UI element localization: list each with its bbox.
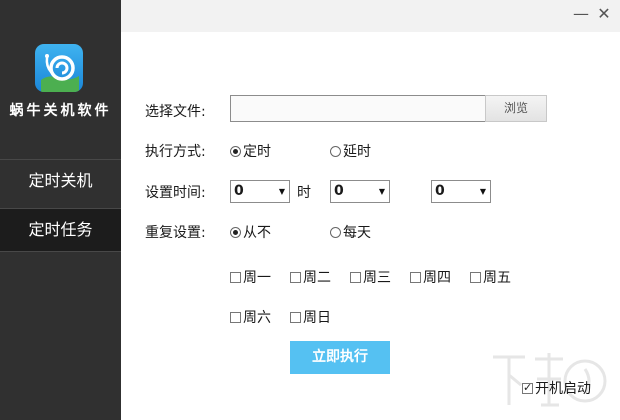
dropdown-arrow-icon: ▼ — [479, 187, 486, 196]
weekday-checkbox-thu[interactable]: 周四 — [410, 267, 451, 287]
repeat-radio-daily[interactable]: 每天 — [330, 222, 371, 242]
checkbox-icon — [350, 271, 361, 283]
checkbox-label: 周三 — [363, 270, 391, 286]
minimize-icon[interactable]: — — [571, 4, 591, 24]
snail-logo-icon — [35, 44, 83, 92]
radio-label: 定时 — [243, 144, 271, 160]
file-label: 选择文件: — [145, 104, 206, 120]
time-label: 设置时间: — [145, 185, 206, 201]
checkbox-label: 周日 — [303, 310, 331, 326]
mode-label: 执行方式: — [145, 144, 206, 160]
radio-label: 从不 — [243, 225, 271, 241]
checkbox-label: 开机启动 — [535, 381, 591, 397]
mode-radio-scheduled[interactable]: 定时 — [230, 141, 271, 161]
checkbox-icon — [290, 311, 301, 323]
radio-unselected-icon — [330, 145, 341, 157]
radio-selected-icon — [230, 145, 241, 157]
app-name: 蜗牛关机软件 — [9, 103, 112, 119]
dropdown-arrow-icon: ▼ — [278, 187, 285, 196]
checkbox-label: 周六 — [243, 310, 271, 326]
radio-selected-icon — [230, 226, 241, 238]
checkbox-icon — [470, 271, 481, 283]
weekday-checkbox-sun[interactable]: 周日 — [290, 307, 331, 327]
weekday-checkbox-fri[interactable]: 周五 — [470, 267, 511, 287]
dropdown-arrow-icon: ▼ — [378, 187, 385, 196]
minute-value: 0 — [334, 183, 344, 199]
autostart-checkbox[interactable]: 开机启动 — [522, 378, 591, 398]
hour-value: 0 — [234, 183, 244, 199]
weekday-checkbox-sat[interactable]: 周六 — [230, 307, 271, 327]
sidebar: 蜗牛关机软件 定时关机 定时任务 — [0, 0, 121, 420]
close-icon[interactable]: ✕ — [594, 4, 614, 24]
sidebar-item-timed-shutdown[interactable]: 定时关机 — [0, 160, 121, 202]
nav-divider — [0, 251, 121, 252]
browse-button[interactable]: 浏览 — [485, 95, 547, 122]
checkbox-icon — [230, 271, 241, 283]
radio-label: 延时 — [343, 144, 371, 160]
repeat-radio-never[interactable]: 从不 — [230, 222, 271, 242]
checkbox-checked-icon — [522, 381, 533, 394]
title-bar — [121, 0, 620, 32]
file-path-input[interactable] — [230, 95, 486, 122]
mode-radio-delay[interactable]: 延时 — [330, 141, 371, 161]
second-value: 0 — [435, 183, 445, 199]
run-now-button[interactable]: 立即执行 — [290, 341, 390, 374]
second-select[interactable]: 0 ▼ — [431, 180, 491, 203]
weekday-checkbox-mon[interactable]: 周一 — [230, 267, 271, 287]
checkbox-icon — [290, 271, 301, 283]
checkbox-label: 周五 — [483, 270, 511, 286]
repeat-label: 重复设置: — [145, 225, 206, 241]
weekday-checkbox-wed[interactable]: 周三 — [350, 267, 391, 287]
checkbox-label: 周四 — [423, 270, 451, 286]
checkbox-icon — [230, 311, 241, 323]
minute-select[interactable]: 0 ▼ — [330, 180, 390, 203]
radio-unselected-icon — [330, 226, 341, 238]
checkbox-icon — [410, 271, 421, 283]
checkbox-label: 周一 — [243, 270, 271, 286]
checkbox-label: 周二 — [303, 270, 331, 286]
weekday-checkbox-tue[interactable]: 周二 — [290, 267, 331, 287]
sidebar-item-timed-task[interactable]: 定时任务 — [0, 209, 121, 251]
hour-unit: 时 — [297, 185, 311, 201]
hour-select[interactable]: 0 ▼ — [230, 180, 290, 203]
radio-label: 每天 — [343, 225, 371, 241]
